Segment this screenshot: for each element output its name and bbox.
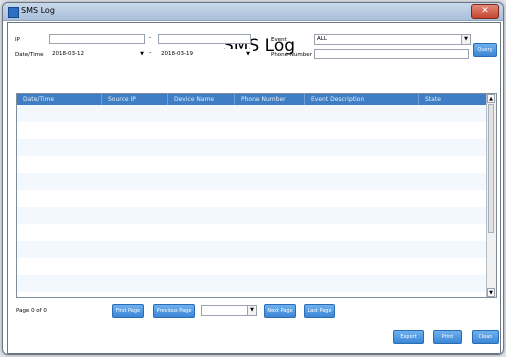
- table-row[interactable]: [17, 190, 487, 207]
- datetime-label: Date/Time: [15, 52, 44, 58]
- ip-separator: -: [149, 34, 152, 41]
- ip-label: IP: [15, 37, 20, 43]
- table-header: Date/Time Source IP Device Name Phone Nu…: [17, 94, 487, 105]
- print-button[interactable]: Print: [433, 330, 462, 344]
- table-row[interactable]: [17, 139, 487, 156]
- client-area: SMS Log IP - Event ALL ▼ Date/Time 2018-…: [7, 22, 501, 354]
- results-table: Date/Time Source IP Device Name Phone Nu…: [16, 93, 497, 298]
- scrollbar-thumb[interactable]: [488, 104, 494, 233]
- scroll-down-icon[interactable]: ▼: [487, 288, 495, 297]
- page-info: Page 0 of 0: [16, 308, 47, 314]
- table-body: [17, 105, 487, 292]
- ip-to-input[interactable]: [158, 34, 251, 44]
- column-header[interactable]: Device Name: [168, 94, 235, 105]
- table-row[interactable]: [17, 156, 487, 173]
- close-button[interactable]: ✕: [471, 4, 499, 19]
- title-bar[interactable]: SMS Log ✕: [3, 3, 503, 21]
- column-header[interactable]: Source IP: [102, 94, 168, 105]
- table-row[interactable]: [17, 105, 487, 122]
- sms-log-window: SMS Log ✕ SMS Log IP - Event ALL ▼ Date/…: [2, 2, 504, 355]
- ip-from-input[interactable]: [49, 34, 145, 44]
- column-header[interactable]: State: [419, 94, 487, 105]
- previous-page-button[interactable]: Previous Page: [153, 304, 195, 318]
- scroll-up-icon[interactable]: ▲: [487, 94, 495, 103]
- date-from-value: 2018-03-12: [52, 51, 84, 57]
- table-row[interactable]: [17, 122, 487, 139]
- app-icon: [8, 7, 19, 18]
- table-row[interactable]: [17, 207, 487, 224]
- first-page-button[interactable]: First Page: [112, 304, 144, 318]
- column-header[interactable]: Date/Time: [17, 94, 102, 105]
- clean-button[interactable]: Clean: [472, 330, 499, 344]
- close-icon: ✕: [481, 6, 489, 16]
- query-button[interactable]: Query: [473, 43, 497, 57]
- date-to-value: 2018-03-19: [161, 51, 193, 57]
- table-row[interactable]: [17, 224, 487, 241]
- dropdown-arrow-icon: ▼: [461, 35, 470, 44]
- last-page-button[interactable]: Last Page: [304, 304, 335, 318]
- phone-number-label: Phone Number: [271, 52, 312, 58]
- date-from-picker[interactable]: 2018-03-12 ▼: [49, 49, 147, 60]
- column-header[interactable]: Phone Number: [235, 94, 305, 105]
- next-page-button[interactable]: Next Page: [264, 304, 296, 318]
- event-select-value: ALL: [317, 36, 327, 42]
- date-separator: -: [149, 49, 152, 56]
- page-select[interactable]: ▼: [201, 305, 257, 316]
- vertical-scrollbar[interactable]: ▲ ▼: [486, 94, 496, 297]
- phone-number-input[interactable]: [314, 49, 469, 59]
- export-button[interactable]: Export: [393, 330, 424, 344]
- table-row[interactable]: [17, 173, 487, 190]
- dropdown-arrow-icon: ▼: [246, 51, 250, 57]
- table-row[interactable]: [17, 275, 487, 292]
- column-header[interactable]: Event Description: [305, 94, 419, 105]
- window-title: SMS Log: [21, 6, 55, 15]
- event-label: Event: [271, 37, 287, 43]
- date-to-picker[interactable]: 2018-03-19 ▼: [158, 49, 253, 60]
- dropdown-arrow-icon: ▼: [247, 306, 256, 315]
- event-select[interactable]: ALL ▼: [314, 34, 471, 45]
- table-row[interactable]: [17, 241, 487, 258]
- dropdown-arrow-icon: ▼: [140, 51, 144, 57]
- table-row[interactable]: [17, 258, 487, 275]
